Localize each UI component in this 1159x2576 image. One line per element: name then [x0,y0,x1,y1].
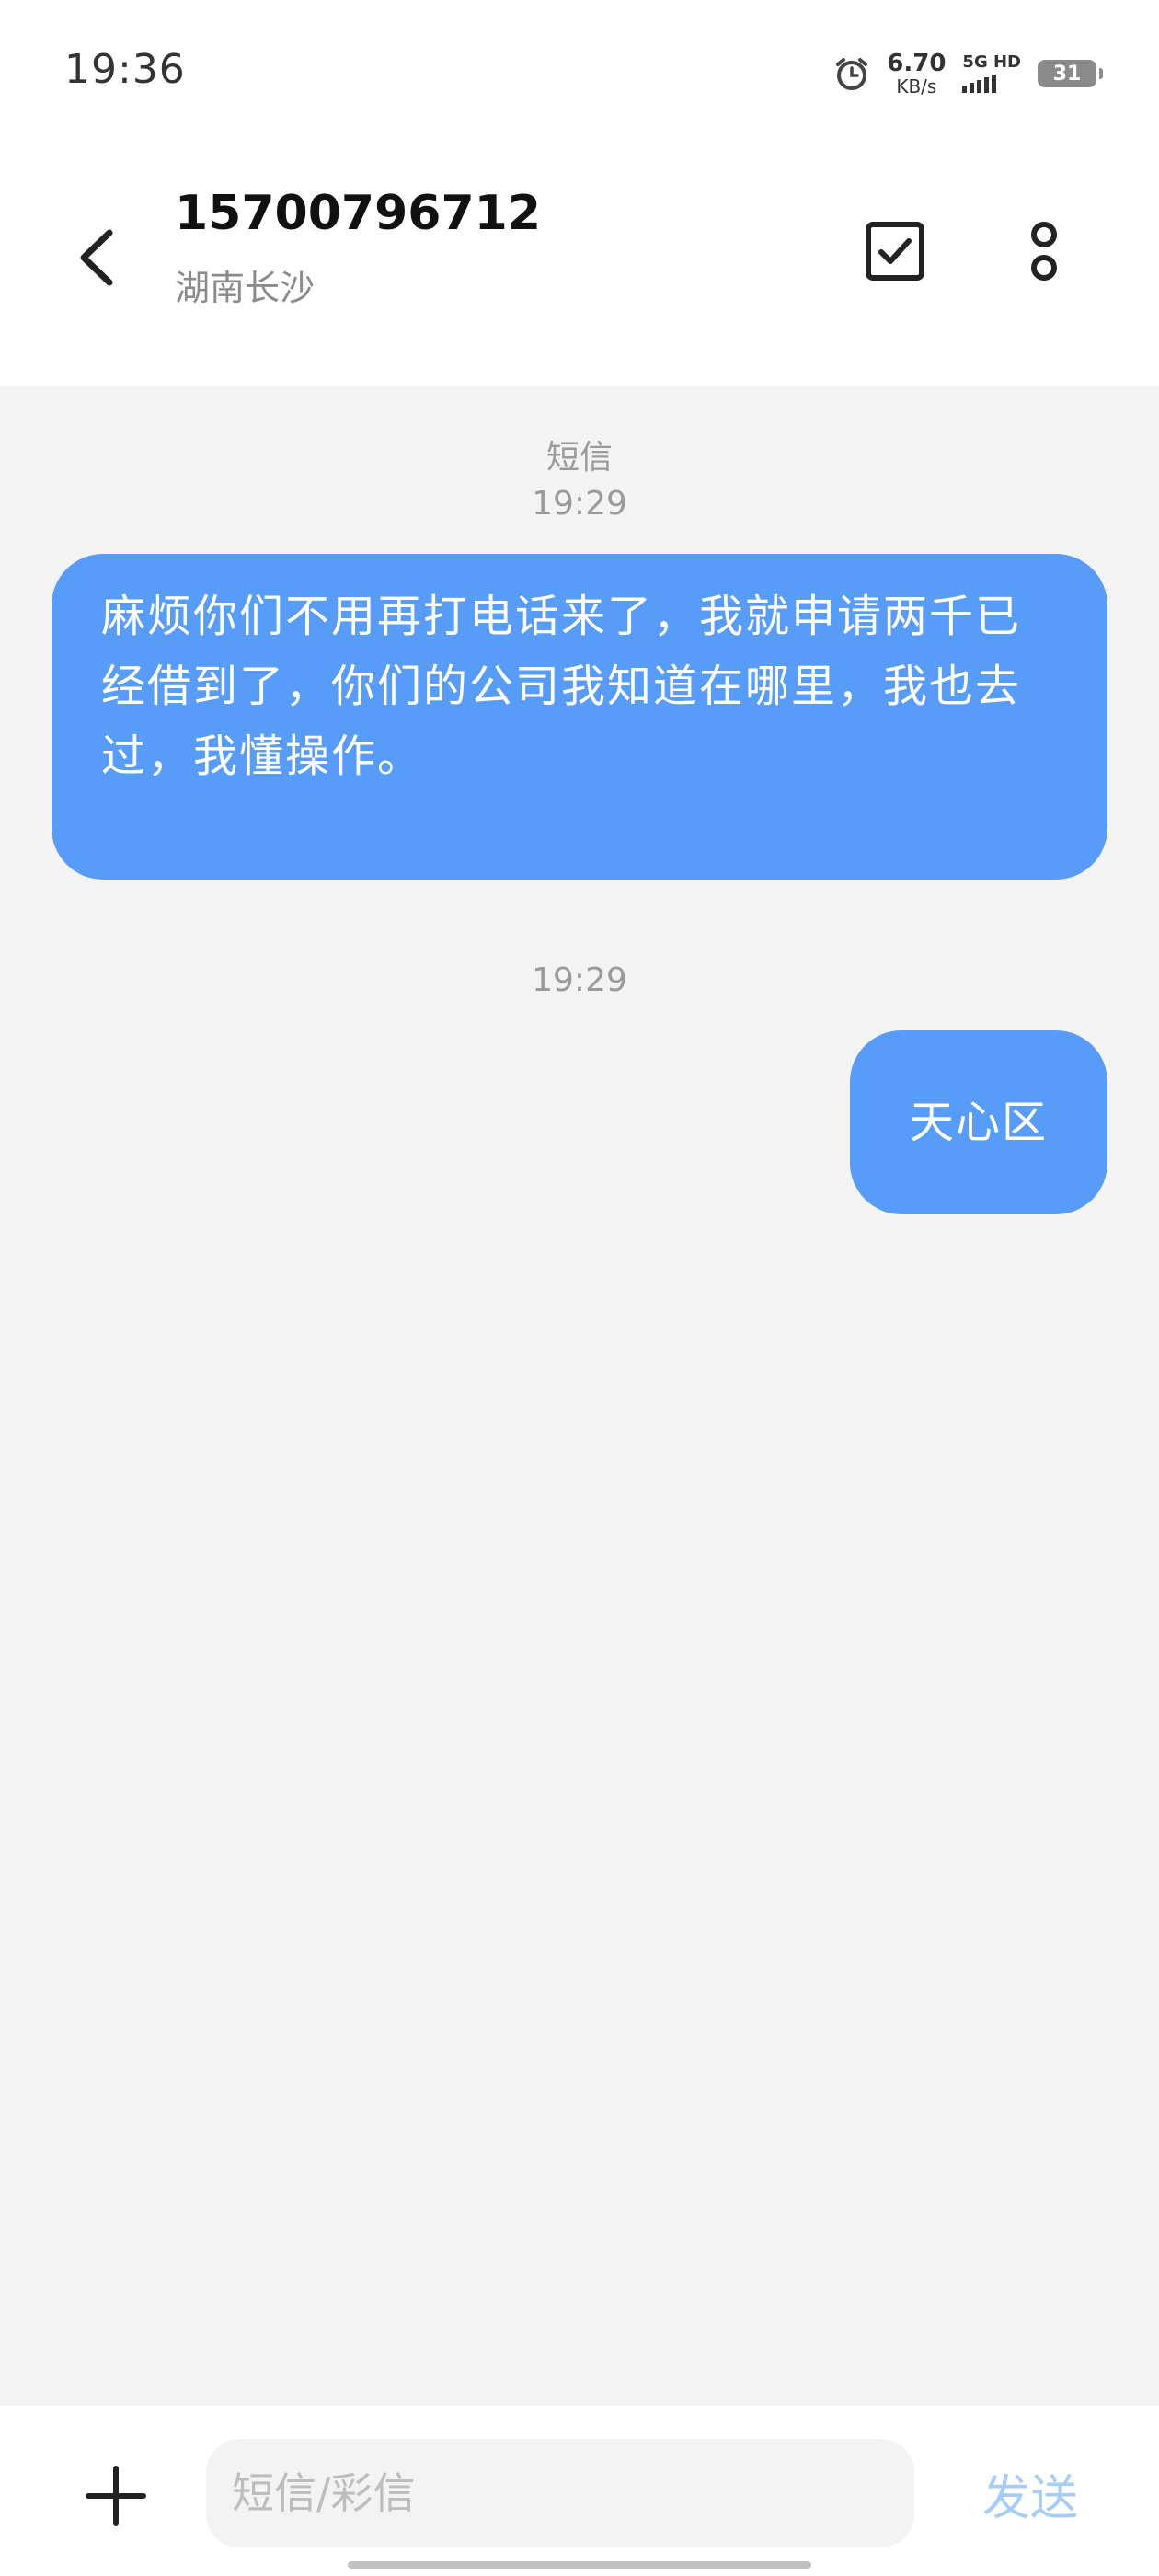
back-arrow-icon [80,229,113,286]
contact-location: 湖南长沙 [175,268,316,308]
more-options-icon [1031,222,1057,281]
battery-icon: 31 [1038,60,1103,87]
add-attachment-button[interactable] [83,2463,149,2529]
message-time: 19:29 [532,485,627,523]
channel-label: 短信 [545,439,613,477]
home-indicator[interactable] [348,2561,811,2569]
back-button[interactable] [64,216,129,299]
messaging-screen: 19:36 6.70 KB/s 5G HD 31 15700796712 湖南长… [0,0,1159,2576]
network-speed-value: 6.70 [887,50,947,77]
select-messages-button[interactable] [860,216,930,286]
message-bubble[interactable]: 天心区 [850,1030,1107,1214]
status-time: 19:36 [64,46,186,93]
network-speed-unit: KB/s [896,75,937,98]
contact-number: 15700796712 [175,186,541,241]
status-bar: 19:36 6.70 KB/s 5G HD 31 [0,0,1159,138]
status-indicators: 6.70 KB/s 5G HD 31 [833,48,1103,99]
message-time: 19:29 [532,961,627,999]
signal-icon: 5G HD [962,54,1021,93]
message-input[interactable] [206,2439,914,2547]
alarm-icon [833,55,870,92]
add-icon [86,2466,146,2526]
message-bubble[interactable]: 麻烦你们不用再打电话来了，我就申请两千已经借到了，你们的公司我知道在哪里，我也去… [52,554,1107,880]
network-type: 5G HD [962,52,1021,72]
more-options-button[interactable] [1012,210,1076,293]
conversation-header: 15700796712 湖南长沙 [0,138,1159,386]
send-button[interactable]: 发送 [957,2439,1104,2547]
message-composer: 发送 [0,2406,1159,2576]
select-checkbox-icon [866,222,924,281]
battery-level: 31 [1052,62,1082,86]
network-speed: 6.70 KB/s [887,52,946,96]
message-list[interactable]: 短信 19:29 麻烦你们不用再打电话来了，我就申请两千已经借到了，你们的公司我… [0,386,1159,2406]
